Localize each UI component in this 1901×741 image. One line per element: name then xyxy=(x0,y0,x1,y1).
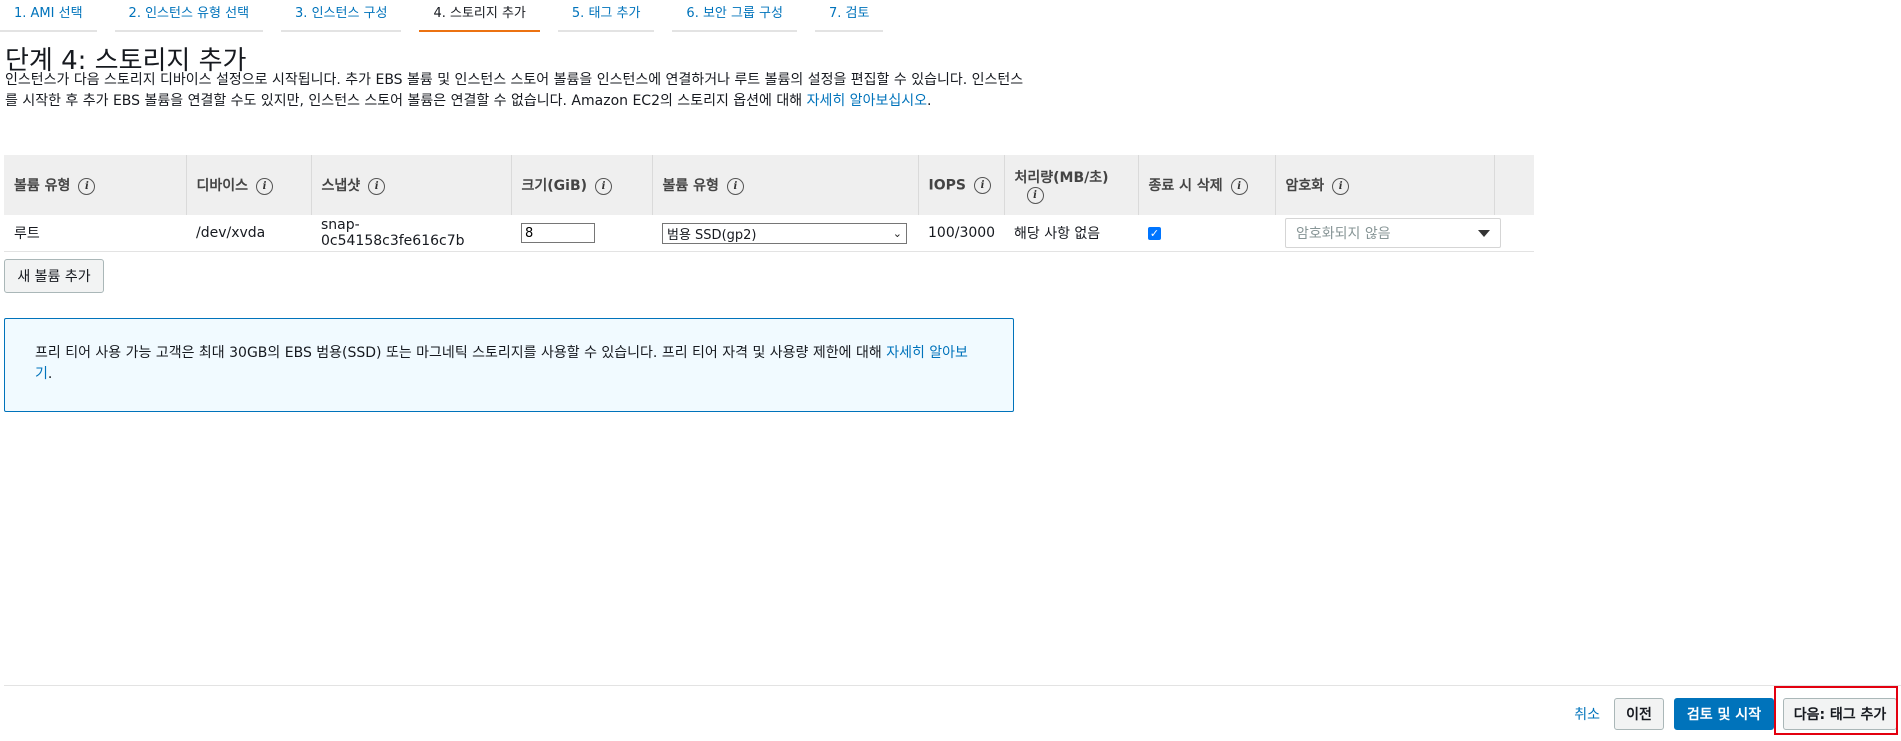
cell-volume-type: 루트 xyxy=(4,215,186,252)
info-icon[interactable]: i xyxy=(1026,186,1044,204)
cell-size xyxy=(511,215,652,252)
wizard-tabs: 1. AMI 선택 2. 인스턴스 유형 선택 3. 인스턴스 구성 4. 스토… xyxy=(0,0,901,32)
tab-add-tags[interactable]: 5. 태그 추가 xyxy=(557,0,655,32)
header-iops: IOPS i xyxy=(918,155,1005,215)
tab-security-group[interactable]: 6. 보안 그룹 구성 xyxy=(672,0,797,32)
review-and-launch-button[interactable]: 검토 및 시작 xyxy=(1674,698,1774,730)
info-icon[interactable]: i xyxy=(256,177,274,195)
tab-add-storage[interactable]: 4. 스토리지 추가 xyxy=(419,0,540,32)
tab-review[interactable]: 7. 검토 xyxy=(814,0,884,32)
learn-more-storage-link[interactable]: 자세히 알아보십시오 xyxy=(807,93,927,109)
tab-instance-type[interactable]: 2. 인스턴스 유형 선택 xyxy=(114,0,264,32)
free-tier-alert: 프리 티어 사용 가능 고객은 최대 30GB의 EBS 범용(SSD) 또는 … xyxy=(4,318,1014,412)
caret-down-icon xyxy=(1478,229,1490,237)
alert-text: 프리 티어 사용 가능 고객은 최대 30GB의 EBS 범용(SSD) 또는 … xyxy=(35,345,887,361)
header-vol-type: 볼륨 유형 i xyxy=(652,155,919,215)
info-icon[interactable]: i xyxy=(595,177,613,195)
header-volume-type: 볼륨 유형 i xyxy=(4,155,187,215)
page-description: 인스턴스가 다음 스토리지 디바이스 설정으로 시작됩니다. 추가 EBS 볼륨… xyxy=(5,70,1025,112)
volume-type-select[interactable]: 범용 SSD(gp2) ⌄ xyxy=(662,222,907,244)
cell-encryption: 암호화되지 않음 xyxy=(1275,215,1501,252)
cancel-link[interactable]: 취소 xyxy=(1574,704,1600,724)
volume-type-value: 범용 SSD(gp2) xyxy=(667,227,757,243)
table-header-row: 볼륨 유형 i 디바이스 i 스냅샷 i 크기(GiB) i 볼륨 유형 i IOPS i … xyxy=(4,155,1534,215)
tab-instance-config[interactable]: 3. 인스턴스 구성 xyxy=(281,0,402,32)
encryption-value: 암호화되지 않음 xyxy=(1296,226,1391,242)
info-icon[interactable]: i xyxy=(368,177,386,195)
cell-throughput: 해당 사항 없음 xyxy=(1004,215,1138,252)
next-add-tags-button[interactable]: 다음: 태그 추가 xyxy=(1783,698,1897,730)
header-size: 크기(GiB) i xyxy=(511,155,653,215)
header-empty xyxy=(1494,155,1534,215)
alert-end: . xyxy=(47,366,53,382)
header-encryption: 암호화 i xyxy=(1275,155,1495,215)
previous-button[interactable]: 이전 xyxy=(1614,698,1664,730)
add-volume-button[interactable]: 새 볼륨 추가 xyxy=(4,259,104,293)
cell-delete-on-termination: ✓ xyxy=(1138,215,1275,252)
footer-divider xyxy=(4,685,1901,686)
description-end: . xyxy=(926,93,932,109)
header-device: 디바이스 i xyxy=(186,155,312,215)
cell-empty xyxy=(1494,215,1534,252)
info-icon[interactable]: i xyxy=(78,177,96,195)
cell-snapshot: snap-0c54158c3fe616c7b xyxy=(311,215,511,252)
header-throughput: 처리량(MB/초) i xyxy=(1004,155,1139,215)
cell-vol-type: 범용 SSD(gp2) ⌄ xyxy=(652,215,918,252)
tab-ami-select[interactable]: 1. AMI 선택 xyxy=(0,0,97,32)
size-input[interactable] xyxy=(521,223,595,243)
footer-actions: 취소 이전 검토 및 시작 다음: 태그 추가 xyxy=(1574,694,1901,734)
chevron-down-icon: ⌄ xyxy=(892,226,902,240)
encryption-select[interactable]: 암호화되지 않음 xyxy=(1285,218,1501,248)
info-icon[interactable]: i xyxy=(1332,177,1350,195)
table-row: 루트 /dev/xvda snap-0c54158c3fe616c7b 범용 S… xyxy=(4,215,1534,252)
storage-table: 볼륨 유형 i 디바이스 i 스냅샷 i 크기(GiB) i 볼륨 유형 i IOPS i … xyxy=(4,155,1534,252)
info-icon[interactable]: i xyxy=(1230,177,1248,195)
info-icon[interactable]: i xyxy=(973,176,991,194)
header-delete-on-termination: 종료 시 삭제 i xyxy=(1138,155,1276,215)
header-snapshot: 스냅샷 i xyxy=(311,155,512,215)
cell-device: /dev/xvda xyxy=(186,215,311,252)
delete-on-termination-checkbox[interactable]: ✓ xyxy=(1148,227,1161,240)
info-icon[interactable]: i xyxy=(726,177,744,195)
cell-iops: 100/3000 xyxy=(918,215,1004,252)
